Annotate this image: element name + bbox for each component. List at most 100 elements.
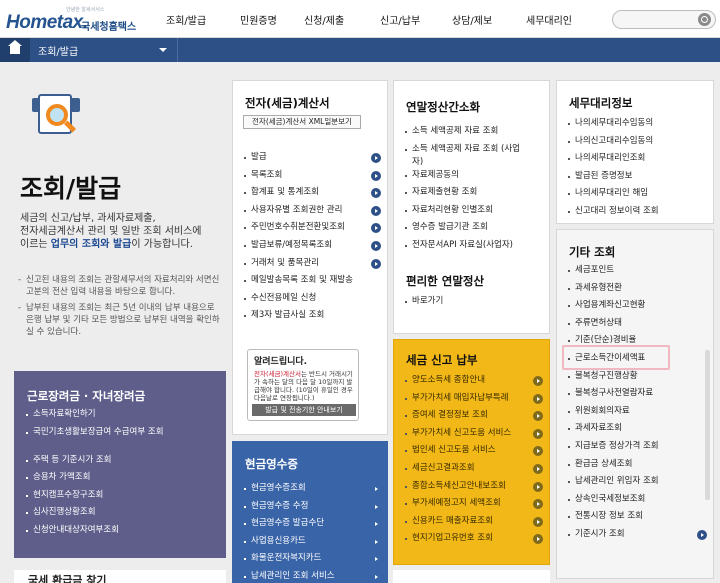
xml-view-button[interactable]: 전자(세금)계산서 XML일분보기 [243, 115, 361, 129]
arrow-right-icon [533, 428, 543, 439]
list-item[interactable]: 불복청구사전열람자료 [567, 387, 709, 405]
list-item[interactable]: 제3자 발급사실 조회 [243, 309, 383, 327]
list-item[interactable]: 과세자료조회 [567, 422, 709, 440]
chevron-down-icon [159, 48, 167, 52]
arrow-right-icon [533, 393, 543, 404]
list-item[interactable]: 세금포인트 [567, 264, 709, 282]
list-item[interactable]: 사업용계좌신고현황 [567, 299, 709, 317]
list-item[interactable]: 신용카드 매출자료조회 [404, 515, 545, 533]
list-item[interactable]: 소득 세액공제 자료 조회 (사업자) [404, 143, 522, 169]
list-item[interactable]: 거래처 및 품목관리 [243, 257, 383, 275]
list-item[interactable]: 자료처리현황 인별조회 [404, 204, 545, 222]
scrollbar[interactable] [705, 350, 710, 500]
list-item[interactable]: 화물운전자복지카드 [243, 552, 383, 570]
list-item[interactable]: 기준시가 조회 [567, 528, 709, 546]
etax-list: 발급 목록조회 합계표 및 통계조회 사용자유별 조회권한 관리 주민번호수취분… [243, 151, 383, 327]
list-item[interactable]: 불복청구진행상황 [567, 370, 709, 388]
notice-title: 알려드립니다. [254, 357, 308, 367]
list-item[interactable]: 합계표 및 통계조회 [243, 186, 383, 204]
list-item[interactable]: 바로가기 [404, 295, 545, 313]
arrow-right-icon [533, 446, 543, 457]
list-item[interactable]: 메일발송목록 조회 및 재발송 [243, 274, 383, 292]
arrow-right-icon [533, 516, 543, 527]
list-item[interactable]: 나의세무대리수임동의 [567, 117, 709, 135]
arrow-right-icon [533, 411, 543, 422]
list-item[interactable]: 주민번호수취분전환및조회 [243, 221, 383, 239]
list-item[interactable]: 납세관리인 조회 서비스 [243, 570, 383, 583]
list-item[interactable]: 나의세무대리인 해임 [567, 187, 709, 205]
arrow-right-icon [371, 519, 381, 529]
list-item[interactable]: 양도소득세 종합안내 [404, 374, 545, 392]
list-item[interactable]: 사용자유별 조회권한 관리 [243, 204, 383, 222]
list-item[interactable]: 영수증 발급기관 조회 [404, 221, 545, 239]
arrow-right-icon [533, 499, 543, 510]
arrow-right-icon [371, 258, 381, 269]
list-item[interactable]: 신청안내대상자여부조회 [25, 524, 221, 542]
arrow-right-icon [533, 534, 543, 545]
list-item[interactable]: 자료제공동의 [404, 169, 545, 187]
list-item[interactable]: 주류면허상태 [567, 317, 709, 335]
nav-inquiry-issue[interactable]: 조회/발급 [166, 12, 206, 27]
breadcrumb-dropdown[interactable]: 조회/발급 [30, 38, 178, 62]
page-description: 세금의 신고/납부, 과세자료제출, 전자세금계산서 관리 및 일반 조회 서비… [20, 212, 230, 251]
search-icon[interactable] [698, 13, 711, 26]
list-item[interactable]: 부가가치세 신고도움 서비스 [404, 427, 545, 445]
nav-tax-agent[interactable]: 세무대리인 [526, 12, 572, 27]
list-item[interactable]: 현지캠프수장구조회 [25, 489, 221, 507]
list-item[interactable]: 과세유형전환 [567, 282, 709, 300]
list-item[interactable]: 위원회회의자료 [567, 405, 709, 423]
list-item[interactable]: 자료제출현황 조회 [404, 186, 545, 204]
other-list: 세금포인트 과세유형전환 사업용계좌신고현황 주류면허상태 기준(단순)경비율 … [567, 264, 709, 546]
nav-consult-report[interactable]: 상담/제보 [452, 12, 492, 27]
list-item[interactable]: 지급보증 정상가격 조회 [567, 440, 709, 458]
list-item[interactable]: 현금영수증 수정 [243, 500, 383, 518]
list-item[interactable]: 전통시장 정보 조회 [567, 510, 709, 528]
list-item[interactable]: 목록조회 [243, 169, 383, 187]
arrow-right-icon [371, 240, 381, 251]
list-item[interactable]: 증여세 결정정보 조회 [404, 409, 545, 427]
nav-apply-submit[interactable]: 신청/제출 [304, 12, 344, 27]
list-item[interactable]: 국민기초생활보장급여 수급여부 조회 [25, 426, 175, 454]
list-item[interactable]: 심사진행상황조회 [25, 506, 221, 524]
list-item[interactable]: 종합소득세신고안내보조회 [404, 480, 545, 498]
list-item[interactable]: 부가세예정고지 세액조회 [404, 497, 545, 515]
list-item[interactable]: 현지기업고유번호 조회 [404, 532, 545, 550]
list-item[interactable]: 부가가치세 매입자납부특례 [404, 392, 545, 410]
arrow-right-icon [371, 153, 381, 163]
nav-civil-certificate[interactable]: 민원증명 [240, 12, 277, 27]
list-item[interactable]: 전자문서API 자료실(사업자) [404, 239, 545, 257]
panel-bottom-partial [393, 570, 550, 583]
nav-report-pay[interactable]: 신고/납부 [380, 12, 420, 27]
arrow-right-icon [371, 223, 381, 234]
deadline-guide-button[interactable]: 발급 및 전송기한 안내보기 [252, 404, 356, 416]
hometax-logo[interactable]: 안녕한 알세서서스 Hometax. 국세청홈택스 [6, 6, 156, 34]
list-item[interactable]: 발급보류/예정목록조회 [243, 239, 383, 257]
list-item[interactable]: 현금영수증 발급수단 [243, 517, 383, 535]
search-input[interactable] [612, 10, 716, 29]
panel-tax-report-pay: 세금 신고 납부 양도소득세 종합안내 부가가치세 매입자납부특례 증여세 결정… [393, 339, 550, 565]
list-item[interactable]: 세금신고결과조회 [404, 462, 545, 480]
list-item[interactable]: 나의신고대리수임동의 [567, 135, 709, 153]
panel-title: 세무대리정보 [569, 96, 633, 110]
list-item[interactable]: 납세관리인 위임자 조회 [567, 475, 709, 493]
cash-list: 현금영수증조회 현금영수증 수정 현금영수증 발급수단 사업용신용카드 화물운전… [243, 482, 383, 583]
list-item[interactable]: 발급 [243, 151, 383, 169]
list-item[interactable]: 발급된 증명정보 [567, 170, 709, 188]
list-item[interactable]: 사업용신용카드 [243, 535, 383, 553]
list-item[interactable]: 소득자료확인하기 [25, 408, 221, 426]
home-button[interactable] [0, 38, 30, 62]
arrow-right-icon [533, 481, 543, 492]
list-item[interactable]: 나의세무대리인조회 [567, 152, 709, 170]
list-item[interactable]: 신고대리 정보이력 조회 [567, 205, 709, 223]
arrow-right-icon [371, 170, 381, 181]
list-item[interactable]: 승용차 가액조회 [25, 471, 221, 489]
list-item[interactable]: 환급금 상세조회 [567, 458, 709, 476]
list-item[interactable]: 현금영수증조회 [243, 482, 383, 500]
list-item[interactable]: 수신전용메일 신청 [243, 292, 383, 310]
list-item[interactable]: 법인세 신고도움 서비스 [404, 444, 545, 462]
list-item[interactable]: 상속인국세정보조회 [567, 493, 709, 511]
agent-list: 나의세무대리수임동의 나의신고대리수임동의 나의세무대리인조회 발급된 증명정보… [567, 117, 709, 223]
list-item[interactable]: 주택 등 기준시가 조회 [25, 454, 221, 472]
arrow-right-icon [371, 554, 381, 564]
list-item[interactable]: 소득 세액공제 자료 조회 [404, 125, 545, 143]
